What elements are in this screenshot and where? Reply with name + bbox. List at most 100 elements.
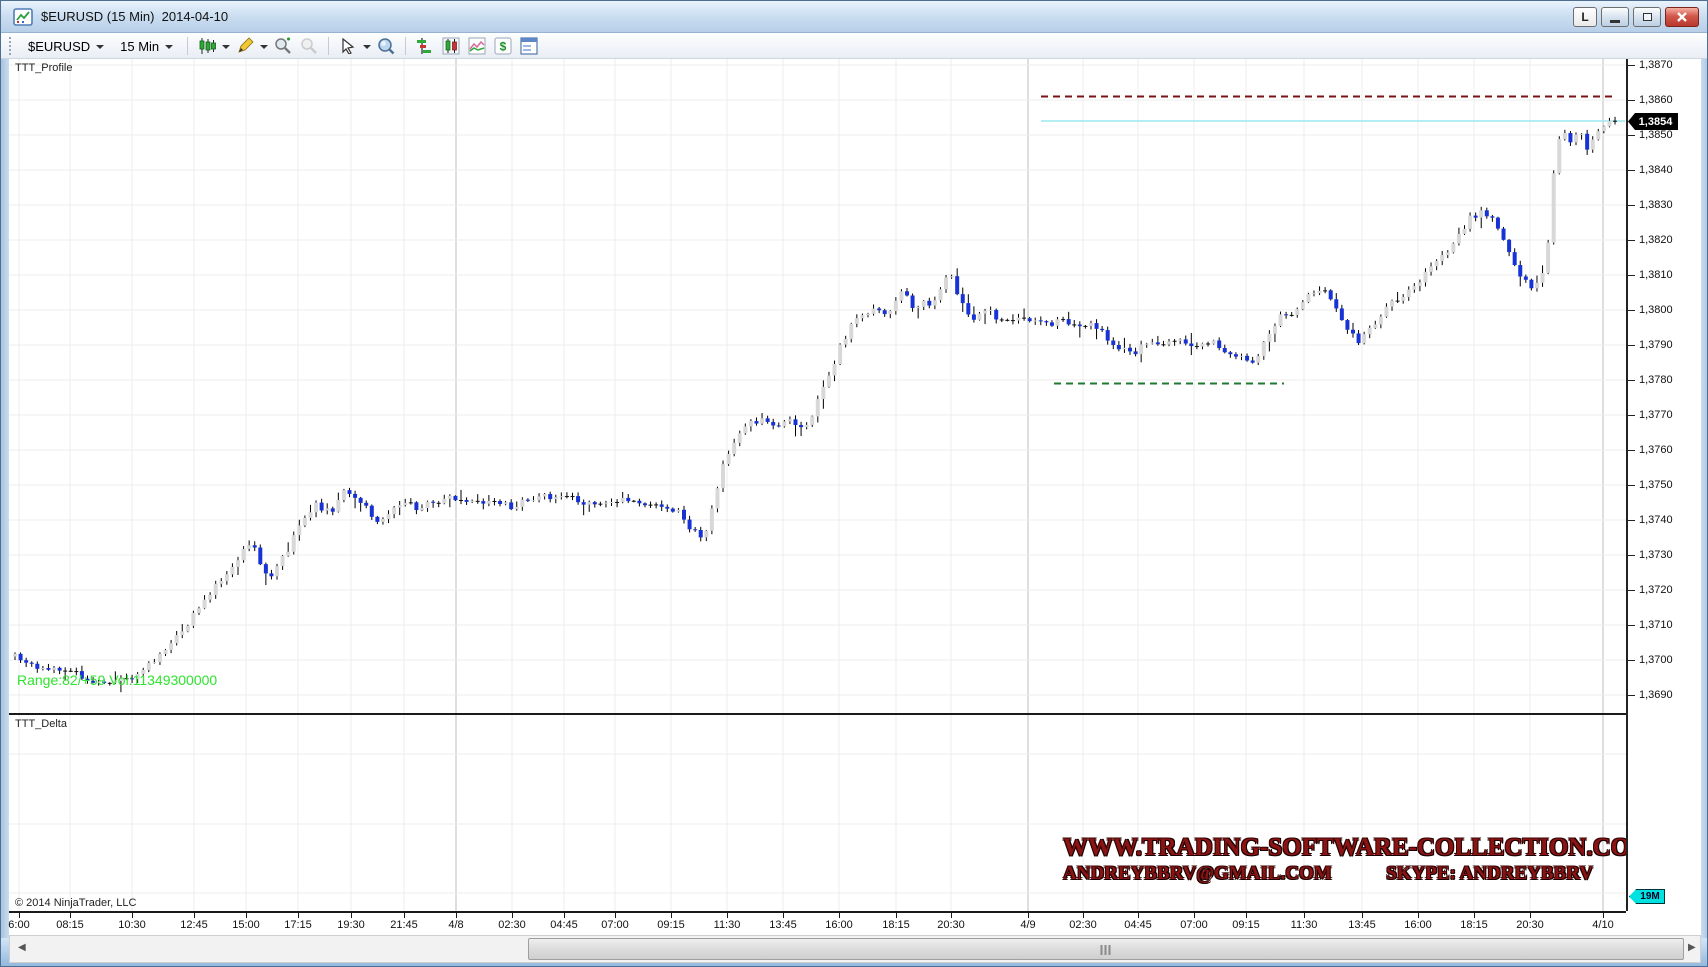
- bar-countdown-badge: 19M: [1629, 889, 1665, 904]
- price-tick: [1628, 660, 1635, 661]
- watermark-url: WWW.TRADING-SOFTWARE-COLLECTION.COM: [1063, 835, 1593, 861]
- price-tick-label: 1,3820: [1639, 234, 1673, 246]
- chevron-down-icon: [165, 45, 173, 49]
- price-tick: [1628, 520, 1635, 521]
- market-depth-button[interactable]: [414, 36, 436, 57]
- time-tick: [298, 913, 299, 918]
- watermark-email: ANDREYBBRV@GMAIL.COM: [1063, 864, 1332, 884]
- time-axis-line: [9, 911, 1626, 913]
- price-tick-label: 1,3700: [1639, 654, 1673, 666]
- interval-label: 15 Min: [120, 39, 159, 54]
- time-label: 04:45: [550, 919, 578, 931]
- chart-style-button[interactable]: [196, 36, 218, 57]
- time-tick: [1246, 913, 1247, 918]
- time-label: 20:30: [937, 919, 965, 931]
- last-price-marker: 1,3854: [1628, 113, 1678, 130]
- time-label: 07:00: [601, 919, 629, 931]
- toolbar-separator: [328, 37, 329, 55]
- watermark-skype: SKYPE: ANDREYBBRV: [1386, 864, 1593, 884]
- zoom-in-icon: [274, 37, 292, 55]
- pencil-icon: [236, 37, 254, 55]
- price-tick-label: 1,3770: [1639, 409, 1673, 421]
- delta-panel-label: TTT_Delta: [15, 718, 67, 730]
- chart-window: $EURUSD (15 Min) 2014-04-10 L $EURUSD 15…: [0, 0, 1708, 967]
- price-tick: [1628, 415, 1635, 416]
- chart-properties-button[interactable]: [518, 36, 540, 57]
- scrollbar-thumb[interactable]: [528, 938, 1684, 960]
- time-label: 02:30: [498, 919, 526, 931]
- instrument-label: $EURUSD: [28, 39, 90, 54]
- restore-button[interactable]: [1633, 7, 1661, 27]
- dollar-icon: $: [494, 37, 512, 55]
- chart-trader-button[interactable]: [440, 36, 462, 57]
- chevron-down-icon: [96, 45, 104, 49]
- time-label: 16:00: [825, 919, 853, 931]
- price-tick-label: 1,3690: [1639, 689, 1673, 701]
- panel-divider[interactable]: [9, 713, 1701, 715]
- price-tick-label: 1,3850: [1639, 129, 1673, 141]
- horizontal-scrollbar[interactable]: ◀ ▶: [9, 935, 1701, 963]
- link-button[interactable]: L: [1573, 7, 1597, 27]
- price-tick-label: 1,3840: [1639, 164, 1673, 176]
- time-axis[interactable]: 6:0008:1510:3012:4515:0017:1519:3021:454…: [9, 911, 1701, 938]
- time-label: 19:30: [337, 919, 365, 931]
- depth-bars-icon: [416, 37, 434, 55]
- time-label: 09:15: [657, 919, 685, 931]
- price-tick: [1628, 205, 1635, 206]
- candlestick-plot[interactable]: [9, 59, 1626, 911]
- price-tick-label: 1,3730: [1639, 549, 1673, 561]
- time-tick: [1138, 913, 1139, 918]
- cursor-button[interactable]: [337, 36, 359, 57]
- zoom-out-button[interactable]: [298, 36, 320, 57]
- toolbar-grip[interactable]: [9, 37, 14, 55]
- time-label: 13:45: [1348, 919, 1376, 931]
- toolbar-separator: [405, 37, 406, 55]
- indicator-lines-icon: [468, 37, 486, 55]
- price-tick: [1628, 275, 1635, 276]
- price-axis[interactable]: 1,38701,38601,38501,38401,38301,38201,38…: [1626, 59, 1701, 911]
- indicators-button[interactable]: [466, 36, 488, 57]
- time-tick: [19, 913, 20, 918]
- price-tick-label: 1,3860: [1639, 94, 1673, 106]
- chevron-down-icon[interactable]: [363, 45, 371, 49]
- time-label: 07:00: [1180, 919, 1208, 931]
- chevron-down-icon[interactable]: [222, 45, 230, 49]
- time-tick: [404, 913, 405, 918]
- account-button[interactable]: $: [492, 36, 514, 57]
- scrollbar-grip-icon: [1101, 945, 1112, 955]
- time-label: 11:30: [1291, 919, 1318, 931]
- price-tick: [1628, 485, 1635, 486]
- price-tick-label: 1,3870: [1639, 59, 1673, 71]
- time-label: 08:15: [56, 919, 84, 931]
- window-title: $EURUSD (15 Min) 2014-04-10: [41, 9, 228, 24]
- time-tick: [1304, 913, 1305, 918]
- price-tick-label: 1,3750: [1639, 479, 1673, 491]
- close-icon: [1676, 11, 1688, 23]
- time-tick: [839, 913, 840, 918]
- time-tick: [951, 913, 952, 918]
- date-label: 4/9: [1020, 919, 1035, 931]
- interval-selector[interactable]: 15 Min: [114, 37, 179, 56]
- scroll-left-arrow-icon[interactable]: ◀: [18, 942, 26, 953]
- drawing-tools-button[interactable]: [234, 36, 256, 57]
- time-label: 16:00: [1404, 919, 1432, 931]
- scroll-right-arrow-icon[interactable]: ▶: [1688, 942, 1696, 953]
- zoom-in-button[interactable]: [272, 36, 294, 57]
- instrument-selector[interactable]: $EURUSD: [22, 37, 110, 56]
- magnifier-icon: [377, 37, 395, 55]
- time-tick: [1530, 913, 1531, 918]
- time-tick: [1194, 913, 1195, 918]
- time-tick: [351, 913, 352, 918]
- date-label: 4/8: [448, 919, 463, 931]
- minimize-button[interactable]: [1601, 7, 1629, 27]
- time-tick: [727, 913, 728, 918]
- chevron-down-icon[interactable]: [260, 45, 268, 49]
- title-bar[interactable]: $EURUSD (15 Min) 2014-04-10 L: [1, 1, 1708, 33]
- data-box-button[interactable]: [375, 36, 397, 57]
- time-tick: [896, 913, 897, 918]
- restore-icon: [1643, 13, 1652, 21]
- close-button[interactable]: [1665, 7, 1699, 27]
- price-tick: [1628, 345, 1635, 346]
- price-tick: [1628, 65, 1635, 66]
- time-label: 04:45: [1124, 919, 1152, 931]
